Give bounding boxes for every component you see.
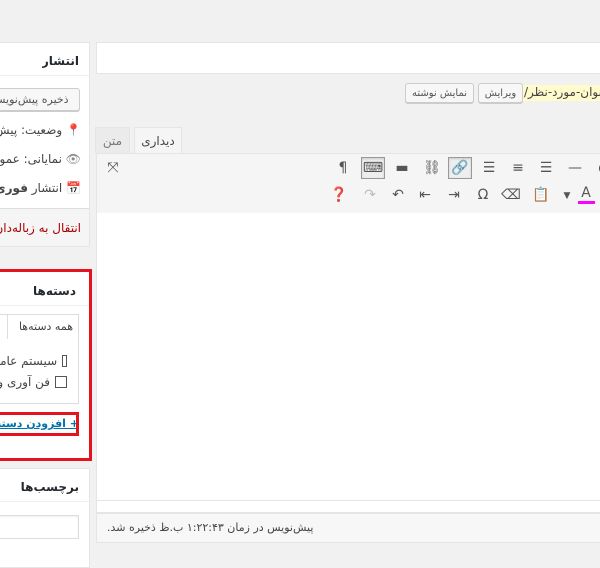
special-char-icon[interactable]: Ω	[473, 185, 493, 205]
status-row: 📍 وضعیت: پیش‌نویس	[0, 123, 81, 137]
unlink-icon[interactable]: ⛓	[422, 158, 442, 178]
editor-content[interactable]	[96, 213, 600, 501]
move-to-trash-link[interactable]: انتقال به زباله‌دان	[0, 221, 81, 235]
indent-icon[interactable]: ⇥	[444, 185, 464, 205]
tags-box: برچسب‌ها	[0, 468, 90, 568]
publish-title: انتشار	[41, 54, 79, 68]
fullscreen-icon[interactable]: ⤧	[103, 158, 123, 178]
outdent-icon[interactable]: ⇤	[415, 185, 435, 205]
add-category-highlight	[0, 412, 79, 436]
status-bar: پیش‌نویس در زمان ۱:۲۲:۴۳ ب.ظ ذخیره شد.	[96, 513, 600, 543]
paste-text-icon[interactable]: 📋	[531, 185, 551, 205]
read-more-icon[interactable]: ▬	[392, 158, 412, 178]
tags-input[interactable]	[0, 515, 79, 539]
help-icon[interactable]: ❓	[329, 185, 349, 205]
align-left-icon[interactable]: ☰	[536, 158, 556, 178]
save-draft-button[interactable]: ذخیره پیش‌نویس	[0, 88, 80, 111]
horizontal-line-icon[interactable]: —	[565, 158, 585, 178]
link-icon[interactable]: 🔗	[448, 157, 472, 179]
undo-icon[interactable]: ↶	[388, 185, 408, 205]
publish-box: انتشار ذخیره پیش‌نویس 📍 وضعیت: پیش‌نویس …	[0, 42, 90, 247]
dropdown-icon[interactable]: ▼	[557, 186, 577, 206]
visibility-row: 👁 نمایانی: عمومی	[0, 152, 81, 166]
schedule-row: 📅 انتشار فوری	[0, 181, 81, 195]
paragraph-icon[interactable]: ¶	[333, 158, 353, 178]
text-color-icon[interactable]: A	[576, 184, 596, 204]
editor-resize-area	[96, 500, 600, 513]
align-right-icon[interactable]: ☰	[479, 158, 499, 178]
toolbar-toggle-icon[interactable]: ⌨	[361, 157, 385, 179]
more-icon[interactable]: ◖	[592, 158, 600, 178]
redo-icon[interactable]: ↷	[360, 185, 380, 205]
align-center-icon[interactable]: ≡	[508, 158, 528, 178]
tags-title: برچسب‌ها	[20, 480, 79, 494]
eraser-icon[interactable]: ⌫	[501, 185, 521, 205]
